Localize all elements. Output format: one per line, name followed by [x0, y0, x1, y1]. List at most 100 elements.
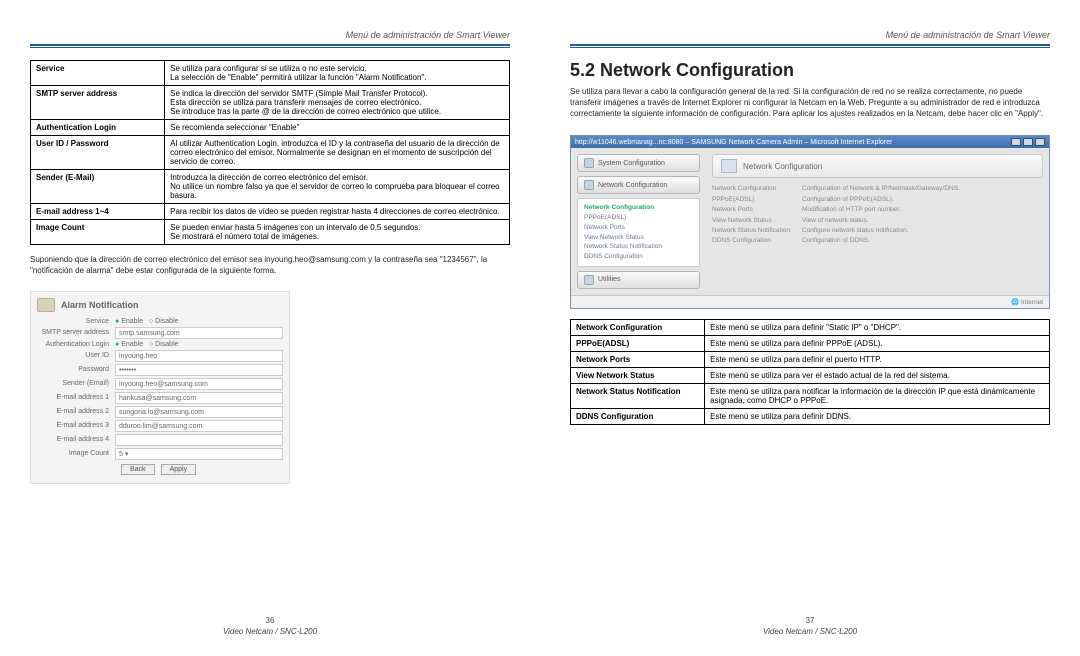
form-input[interactable]: dduroo.lim@samsung.com [115, 420, 283, 432]
form-row: SMTP server addresssmtp.samsung.com [37, 327, 283, 339]
alarm-icon [37, 298, 55, 312]
form-label: Service [37, 318, 115, 325]
pane-row: Network ConfigurationConfiguration of Ne… [712, 184, 1043, 194]
table-value: Para recibir los datos de vídeo se puede… [165, 204, 510, 220]
form-label: User ID [37, 352, 115, 359]
left-note: Suponiendo que la dirección de correo el… [30, 255, 510, 277]
pane-title: Network Configuration [743, 162, 822, 171]
page-spread: Menú de administración de Smart Viewer S… [0, 0, 1080, 656]
smtp-config-table: ServiceSe utiliza para configurar si se … [30, 60, 510, 245]
radio-group[interactable]: Enable Disable [115, 318, 179, 325]
alarm-form-title: Alarm Notification [37, 298, 283, 312]
header-right: Menú de administración de Smart Viewer [570, 30, 1050, 44]
sidebar-btn-network[interactable]: Network Configuration [577, 176, 700, 194]
table-key: View Network Status [571, 367, 705, 383]
form-input[interactable]: sungoria.lo@samsung.com [115, 406, 283, 418]
window-titlebar: http://w11046.webmanag...nc:8080 – SAMSU… [571, 136, 1049, 148]
window-controls [1011, 138, 1045, 146]
form-row: Image Count5 ▾ [37, 448, 283, 460]
nav-item[interactable]: DDNS Configuration [584, 252, 693, 262]
form-row: User IDinyoung.heo [37, 350, 283, 362]
page-number-left: 36 [30, 616, 510, 625]
sidebar-nav-list: Network ConfigurationPPPoE(ADSL)Network … [577, 198, 700, 267]
table-value: Se pueden enviar hasta 5 imágenes con un… [165, 220, 510, 245]
header-left: Menú de administración de Smart Viewer [30, 30, 510, 44]
table-key: Sender (E-Mail) [31, 170, 165, 204]
table-key: Network Status Notification [571, 383, 705, 408]
table-key: User ID / Password [31, 136, 165, 170]
pane-key: View Network Status [712, 216, 802, 226]
table-value: Este menú se utiliza para definir "Stati… [705, 319, 1050, 335]
form-input[interactable]: inyoung.heo [115, 350, 283, 362]
section-intro: Se utiliza para llevar a cabo la configu… [570, 87, 1050, 119]
table-value: Se indica la dirección del servidor SMTF… [165, 86, 510, 120]
pane-value: Configuration of DDNS. [802, 236, 870, 246]
pane-value: Configuration of PPPoE(ADSL). [802, 195, 894, 205]
maximize-icon[interactable] [1023, 138, 1033, 146]
table-value: Al utilizar Authentication Login, introd… [165, 136, 510, 170]
form-label: E-mail address 1 [37, 394, 115, 401]
form-row: E-mail address 4 [37, 434, 283, 446]
footer-right: 37 Video Netcam / SNC-L200 [570, 616, 1050, 636]
radio-option[interactable]: Enable [115, 341, 143, 348]
table-key: Network Ports [571, 351, 705, 367]
table-key: Service [31, 61, 165, 86]
alarm-title-text: Alarm Notification [61, 300, 139, 310]
form-row: E-mail address 1hankusa@samsung.com [37, 392, 283, 404]
sidebar-btn-system[interactable]: System Configuration [577, 154, 700, 172]
table-value: Introduzca la dirección de correo electr… [165, 170, 510, 204]
status-bar: Internet [571, 295, 1049, 308]
table-key: SMTP server address [31, 86, 165, 120]
close-icon[interactable] [1035, 138, 1045, 146]
form-input[interactable]: 5 ▾ [115, 448, 283, 460]
page-right: Menú de administración de Smart Viewer 5… [540, 0, 1080, 656]
table-key: Image Count [31, 220, 165, 245]
pane-row: DDNS ConfigurationConfiguration of DDNS. [712, 236, 1043, 246]
radio-option[interactable]: Disable [149, 318, 179, 325]
form-row: E-mail address 2sungoria.lo@samsung.com [37, 406, 283, 418]
table-key: DDNS Configuration [571, 408, 705, 424]
pane-value: Configuration of Network & IP/Netmask/Ga… [802, 184, 960, 194]
form-row: E-mail address 3dduroo.lim@samsung.com [37, 420, 283, 432]
form-input[interactable]: smtp.samsung.com [115, 327, 283, 339]
rule [570, 44, 1050, 48]
back-button[interactable]: Back [121, 464, 155, 475]
radio-option[interactable]: Enable [115, 318, 143, 325]
form-input[interactable] [115, 434, 283, 446]
pane-key: DDNS Configuration [712, 236, 802, 246]
form-input[interactable]: inyoung.heo@samsung.com [115, 378, 283, 390]
form-row: Password••••••• [37, 364, 283, 376]
rule [30, 44, 510, 48]
radio-group[interactable]: Enable Disable [115, 341, 179, 348]
form-label: E-mail address 3 [37, 422, 115, 429]
table-value: Este menú se utiliza para ver el estado … [705, 367, 1050, 383]
form-row: ServiceEnable Disable [37, 318, 283, 325]
table-value: Este menú se utiliza para definir el pue… [705, 351, 1050, 367]
nav-item[interactable]: Network Configuration [584, 203, 693, 213]
form-label: Sender (Email) [37, 380, 115, 387]
form-input[interactable]: ••••••• [115, 364, 283, 376]
table-key: PPPoE(ADSL) [571, 335, 705, 351]
form-input[interactable]: hankusa@samsung.com [115, 392, 283, 404]
minimize-icon[interactable] [1011, 138, 1021, 146]
table-key: Network Configuration [571, 319, 705, 335]
table-value: Este menú se utiliza para notificar la i… [705, 383, 1050, 408]
product-left: Video Netcam / SNC-L200 [223, 627, 317, 636]
nav-item[interactable]: Network Status Notification [584, 242, 693, 252]
form-label: E-mail address 2 [37, 408, 115, 415]
radio-option[interactable]: Disable [149, 341, 179, 348]
pane-value: View of network status. [802, 216, 869, 226]
pane-row: Network Status NotificationConfigure net… [712, 226, 1043, 236]
nav-item[interactable]: Network Ports [584, 223, 693, 233]
sidebar-btn-utilities[interactable]: Utilities [577, 271, 700, 289]
apply-button[interactable]: Apply [161, 464, 197, 475]
nav-item[interactable]: View Network Status [584, 233, 693, 243]
sidebar: System Configuration Network Configurati… [571, 148, 706, 295]
pane-key: Network Status Notification [712, 226, 802, 236]
pane-key: Network Configuration [712, 184, 802, 194]
pane-header: Network Configuration [712, 154, 1043, 178]
alarm-notification-form: Alarm Notification ServiceEnableDisableS… [30, 291, 290, 484]
nav-item[interactable]: PPPoE(ADSL) [584, 213, 693, 223]
form-row: Authentication LoginEnableDisable [37, 341, 283, 348]
pane-key: Network Ports [712, 205, 802, 215]
